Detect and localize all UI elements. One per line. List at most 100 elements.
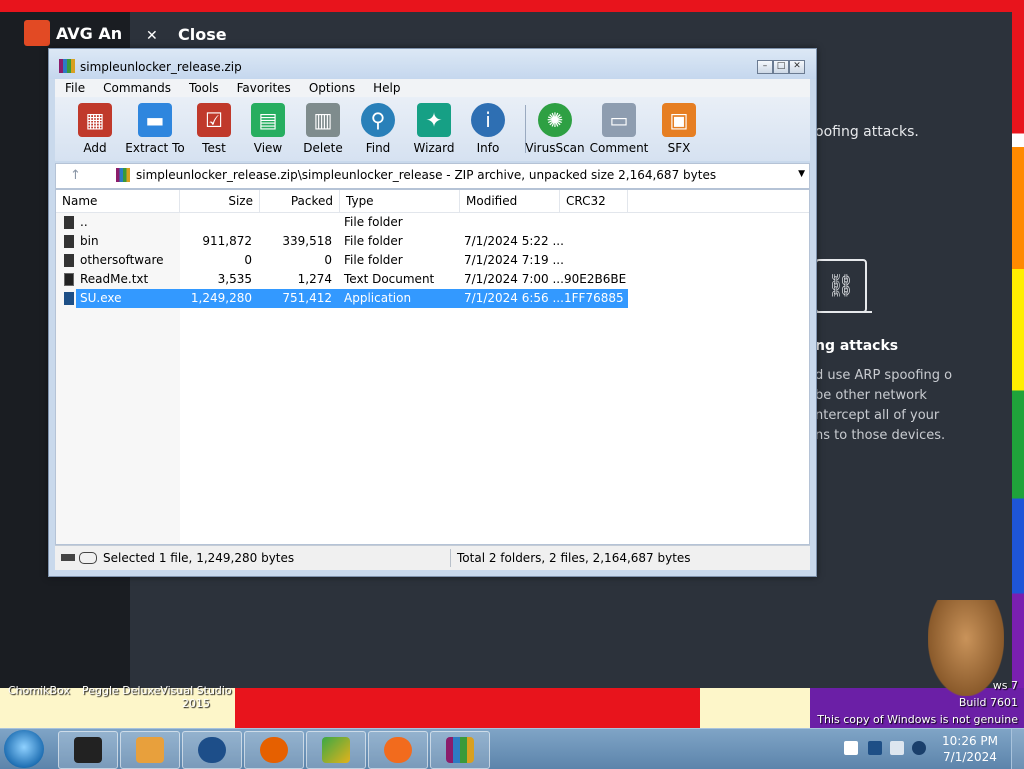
clock[interactable]: 10:26 PM 7/1/2024 [942,733,998,765]
wallpaper-red [0,0,1024,12]
col-packed[interactable]: Packed [260,190,340,212]
avg-logo-icon [24,20,50,46]
file-packed: 1,274 [297,272,332,286]
comment-icon: ▭ [602,103,636,137]
taskbar-app-4[interactable] [244,731,304,769]
status-divider [450,549,451,567]
address-bar[interactable]: ↑ simpleunlocker_release.zip\simpleunloc… [55,163,810,189]
taskbar-app-6[interactable] [368,731,428,769]
windows-build: Build 7601 [958,696,1018,709]
winrar-icon [59,59,75,73]
taskbar-app-3[interactable] [182,731,242,769]
desktop-icon-chomikbox[interactable]: ChomikBox [8,684,70,697]
taskbar-app-7[interactable] [430,731,490,769]
file-size: 1,249,280 [190,291,252,305]
menu-file[interactable]: File [55,79,93,97]
find-button[interactable]: ⚲ Find [348,101,408,155]
menu-options[interactable]: Options [299,79,363,97]
col-size[interactable]: Size [180,190,260,212]
delete-label: Delete [303,141,343,155]
status-total: Total 2 folders, 2 files, 2,164,687 byte… [457,551,691,565]
winrar-archive-icon [446,737,474,763]
tray-volume-icon[interactable] [912,741,926,755]
virus-scan-icon: ✺ [538,103,572,137]
maximize-button[interactable]: □ [773,60,789,74]
system-tray: 10:26 PM 7/1/2024 [838,729,1024,769]
test-button[interactable]: ☑ Test [184,101,244,155]
file-type: File folder [344,253,403,267]
test-clipboard-icon: ☑ [197,103,231,137]
menu-favorites[interactable]: Favorites [227,79,299,97]
list-item[interactable]: bin 911,872 339,518 File folder 7/1/2024… [56,232,628,251]
clock-date: 7/1/2024 [943,750,997,764]
file-size: 3,535 [217,272,252,286]
avg-paragraph: oofing attacks. [815,124,919,140]
menu-commands[interactable]: Commands [93,79,179,97]
file-modified: 7/1/2024 5:22 ... [464,234,564,248]
archive-icon [116,168,130,182]
tray-network-icon[interactable] [890,741,904,755]
virusscan-button[interactable]: ✺ VirusScan [525,101,585,155]
menu-bar: File Commands Tools Favorites Options He… [55,79,810,97]
tray-flag-icon[interactable] [844,741,858,755]
tray-shield-icon[interactable] [868,741,882,755]
col-modified[interactable]: Modified [460,190,560,212]
drive-icon [61,554,75,561]
list-item[interactable]: .. File folder [56,213,628,232]
avg-close-button[interactable]: Close [178,25,227,44]
add-archive-icon: ▦ [78,103,112,137]
close-icon[interactable]: ✕ [146,28,158,44]
file-list[interactable]: Name Size Packed Type Modified CRC32 .. … [55,189,810,545]
col-crc32[interactable]: CRC32 [560,190,628,212]
sfx-box-icon: ▣ [662,103,696,137]
col-type[interactable]: Type [340,190,460,212]
list-item[interactable]: othersoftware 0 0 File folder 7/1/2024 7… [56,251,628,270]
wallpaper-cartoon [700,688,810,728]
list-item-selected[interactable]: SU.exe 1,249,280 751,412 Application 7/1… [64,289,628,308]
globe-icon [198,737,226,763]
folder-icon [64,216,74,229]
add-button[interactable]: ▦ Add [65,101,125,155]
sfx-label: SFX [667,141,691,155]
taskbar-app-2[interactable] [120,731,180,769]
wizard-button[interactable]: ✦ Wizard [404,101,464,155]
close-button[interactable]: ✕ [789,60,805,74]
title-bar[interactable]: simpleunlocker_release.zip – □ ✕ [49,49,816,79]
view-button[interactable]: ▤ View [238,101,298,155]
windows-version: ws 7 [992,679,1018,692]
info-button[interactable]: i Info [458,101,518,155]
desktop-icon-visual-studio[interactable]: Visual Studio 2015 [160,684,232,710]
text-file-icon [64,273,74,286]
clock-time: 10:26 PM [942,734,998,748]
view-label: View [253,141,283,155]
wallpaper-rainbow [1012,12,1024,688]
window-title: simpleunlocker_release.zip [80,60,242,74]
file-modified: 7/1/2024 6:56 ... [464,291,564,305]
comment-label: Comment [589,141,649,155]
file-modified: 7/1/2024 7:00 ... [464,272,564,286]
chevron-down-icon[interactable]: ▼ [798,169,805,179]
col-name[interactable]: Name [56,190,180,212]
sfx-button[interactable]: ▣ SFX [649,101,709,155]
menu-tools[interactable]: Tools [179,79,227,97]
up-arrow-icon[interactable]: ↑ [70,168,81,183]
delete-button[interactable]: ▥ Delete [293,101,353,155]
file-crc: 90E2B6BE [564,272,627,286]
extract-to-button[interactable]: ▬ Extract To [125,101,185,155]
menu-help[interactable]: Help [363,79,408,97]
file-packed: 0 [324,253,332,267]
taskbar-app-5[interactable] [306,731,366,769]
windows-genuine-notice: This copy of Windows is not genuine [817,713,1018,726]
file-crc: 1FF76885 [564,291,624,305]
file-type: File folder [344,215,403,229]
start-button[interactable] [4,730,44,768]
file-packed: 339,518 [282,234,332,248]
show-desktop-button[interactable] [1011,729,1024,769]
comment-button[interactable]: ▭ Comment [589,101,649,155]
list-item[interactable]: ReadMe.txt 3,535 1,274 Text Document 7/1… [56,270,628,289]
minimize-button[interactable]: – [757,60,773,74]
desktop-icon-peggle[interactable]: Peggle Deluxe [82,684,161,697]
taskbar-app-1[interactable] [58,731,118,769]
toolbar: ▦ Add ▬ Extract To ☑ Test ▤ View ▥ Delete ⚲ Fi… [55,97,810,161]
file-name: .. [80,215,88,229]
